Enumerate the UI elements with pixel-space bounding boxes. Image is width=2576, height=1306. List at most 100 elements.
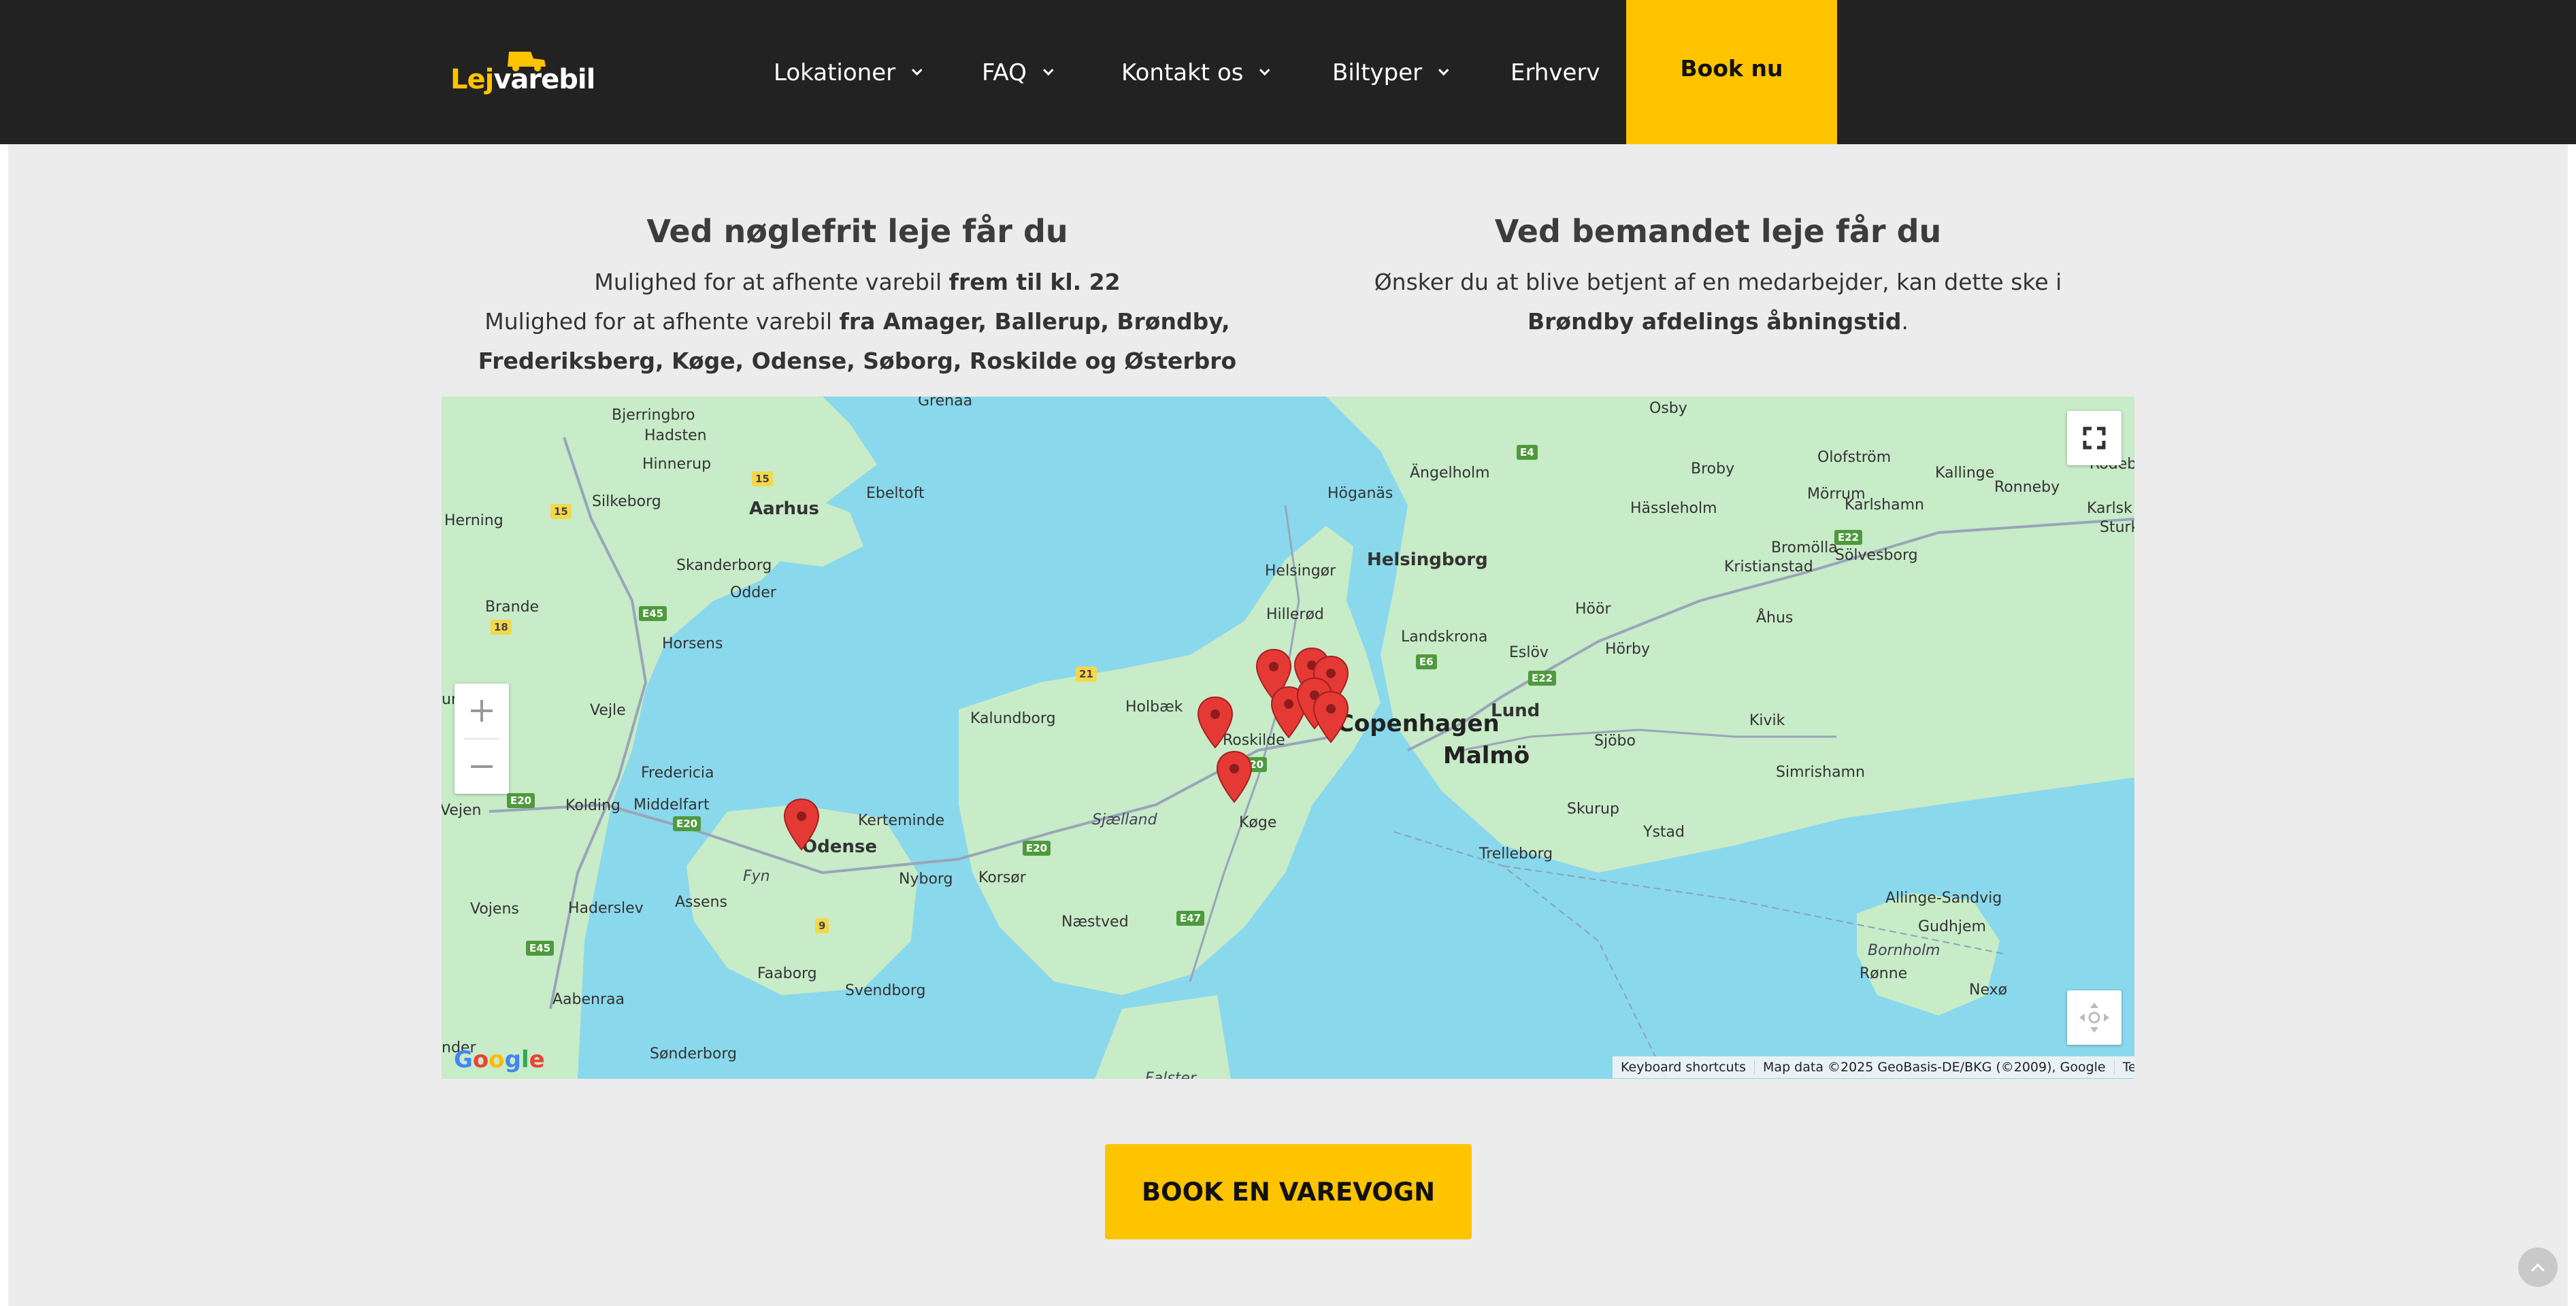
keyless-title: Ved nøglefrit leje får du xyxy=(646,213,1068,250)
road-shield: E6 xyxy=(1416,654,1437,669)
map-label-brande: Brande xyxy=(485,599,540,616)
zoom-control xyxy=(455,684,509,794)
camera-control-button[interactable] xyxy=(2067,990,2121,1045)
keyless-line-2-bold: fra Amager, Ballerup, Brøndby, xyxy=(839,308,1230,335)
fullscreen-button[interactable] xyxy=(2067,411,2121,465)
map-label-gudhjem: Gudhjem xyxy=(1918,918,1986,935)
minus-icon xyxy=(471,765,493,768)
map-label-aarhus: Aarhus xyxy=(749,499,819,519)
scroll-to-top-button[interactable] xyxy=(2518,1248,2558,1287)
road-shield: 15 xyxy=(550,504,572,519)
fullscreen-icon xyxy=(2083,426,2106,450)
road-shield: E20 xyxy=(673,816,701,831)
road-shield: 18 xyxy=(491,620,512,635)
map-label-aabenraa: Aabenraa xyxy=(552,991,625,1008)
book-van-button[interactable]: BOOK EN VAREVOGN xyxy=(1105,1144,1472,1239)
keyless-line-2: Mulighed for at afhente varebil fra Amag… xyxy=(442,302,1272,341)
chevron-down-icon xyxy=(1259,64,1270,76)
map-label-middelfart: Middelfart xyxy=(633,797,710,814)
move-arrows-icon xyxy=(2079,1003,2109,1033)
nav-lokationer-label: Lokationer xyxy=(774,59,896,86)
map-label-naestved: Næstved xyxy=(1061,914,1129,931)
map-marker-koge[interactable] xyxy=(1216,750,1253,803)
map-label-sjaelland: Sjælland xyxy=(1092,811,1157,828)
map-label-korsor: Korsør xyxy=(978,869,1026,886)
locations-map[interactable]: Copenhagen Malmö Helsingborg Lund Aarhus… xyxy=(442,397,2134,1079)
map-label-fredericia: Fredericia xyxy=(641,765,714,782)
map-label-kerteminde: Kerteminde xyxy=(858,812,945,829)
map-label-horsens: Horsens xyxy=(662,635,723,652)
map-label-nexo: Nexø xyxy=(1969,982,2008,999)
map-label-holbaek: Holbæk xyxy=(1125,699,1183,716)
nav-biltyper[interactable]: Biltyper xyxy=(1332,56,1449,90)
road-shield: E22 xyxy=(1528,671,1557,686)
road-shield: 15 xyxy=(752,471,773,486)
map-label-helsingborg: Helsingborg xyxy=(1367,550,1488,570)
map-label-sjobo: Sjöbo xyxy=(1594,733,1636,750)
keyless-line-1: Mulighed for at afhente varebil frem til… xyxy=(442,263,1272,302)
map-label-kristianstad: Kristianstad xyxy=(1724,558,1813,575)
keyless-rental-column: Ved nøglefrit leje får du Mulighed for a… xyxy=(442,210,1272,381)
map-label-trelleborg: Trelleborg xyxy=(1479,845,1553,863)
staffed-line-2-suffix: . xyxy=(1901,308,1909,335)
staffed-line-2: Brøndby afdelings åbningstid. xyxy=(1313,302,2123,341)
road-shield: E45 xyxy=(526,941,555,956)
nav-erhverv[interactable]: Erhverv xyxy=(1510,56,1600,90)
map-label-svendborg: Svendborg xyxy=(845,982,926,999)
map-label-odder: Odder xyxy=(730,584,776,601)
keyboard-shortcuts-link[interactable]: Keyboard shortcuts xyxy=(1613,1060,1755,1075)
book-now-button[interactable]: Book nu xyxy=(1626,0,1837,144)
site-logo[interactable]: Lejvarebil xyxy=(450,50,595,95)
chevron-up-icon xyxy=(2531,1263,2545,1277)
map-label-skanderborg: Skanderborg xyxy=(676,557,772,574)
nav-faq[interactable]: FAQ xyxy=(982,56,1054,90)
road-shield: E47 xyxy=(1176,911,1205,926)
zoom-out-button[interactable] xyxy=(455,739,509,794)
chevron-down-icon xyxy=(1042,64,1054,76)
road-shield: 9 xyxy=(815,918,829,933)
map-label-bjerringbro: Bjerringbro xyxy=(612,407,695,424)
nav-faq-label: FAQ xyxy=(982,59,1027,86)
nav-kontakt[interactable]: Kontakt os xyxy=(1121,56,1270,90)
map-label-broby: Broby xyxy=(1691,461,1735,478)
map-label-assens: Assens xyxy=(675,894,727,911)
nav-lokationer[interactable]: Lokationer xyxy=(774,56,923,90)
map-label-kallinge: Kallinge xyxy=(1935,465,1995,482)
map-label-herning: Herning xyxy=(444,512,503,529)
map-label-nyborg: Nyborg xyxy=(899,871,953,888)
map-label-hoor: Höör xyxy=(1575,601,1611,618)
terms-link[interactable]: Terms xyxy=(2115,1060,2134,1075)
logo-part1: Lej xyxy=(450,64,494,95)
map-label-sonderborg: Sønderborg xyxy=(650,1045,737,1062)
map-marker-amager[interactable] xyxy=(1312,690,1349,743)
map-label-ronneby: Ronneby xyxy=(1994,479,2060,496)
staffed-line-2-bold: Brøndby afdelings åbningstid xyxy=(1528,308,1902,335)
map-label-hinnerup: Hinnerup xyxy=(642,456,712,473)
keyless-line-1-bold: frem til kl. 22 xyxy=(948,269,1121,295)
road-shield: E4 xyxy=(1517,445,1538,460)
map-label-solvesborg: Sölvesborg xyxy=(1835,547,1918,564)
map-marker-roskilde[interactable] xyxy=(1197,696,1234,749)
map-label-malmo: Malmö xyxy=(1443,742,1530,769)
map-label-eslov: Eslöv xyxy=(1509,644,1549,661)
map-label-koge: Køge xyxy=(1239,814,1277,831)
keyless-line-3-bold: Frederiksberg, Køge, Odense, Søborg, Ros… xyxy=(478,348,1237,374)
site-header: Lejvarebil Lokationer FAQ Kontakt os Bil… xyxy=(0,0,2576,144)
map-label-vejle: Vejle xyxy=(590,702,626,719)
nav-biltyper-label: Biltyper xyxy=(1332,59,1423,86)
map-label-ystad: Ystad xyxy=(1643,824,1685,841)
map-label-ebeltoft: Ebeltoft xyxy=(866,485,925,502)
keyless-line-2-text: Mulighed for at afhente varebil xyxy=(484,308,840,335)
map-label-osby: Osby xyxy=(1649,400,1687,417)
chevron-down-icon xyxy=(912,64,923,76)
page-edge xyxy=(2568,144,2576,1306)
map-label-karlshamn: Karlshamn xyxy=(1845,497,1924,514)
map-label-helsingor: Helsingør xyxy=(1265,563,1336,580)
zoom-in-button[interactable] xyxy=(455,684,509,738)
map-label-vojens: Vojens xyxy=(470,901,519,918)
map-label-kolding: Kolding xyxy=(565,797,621,814)
map-label-simrishamn: Simrishamn xyxy=(1776,764,1865,781)
road-shield: E20 xyxy=(507,793,535,808)
map-label-lund: Lund xyxy=(1491,701,1540,721)
map-marker-odense[interactable] xyxy=(783,798,820,851)
